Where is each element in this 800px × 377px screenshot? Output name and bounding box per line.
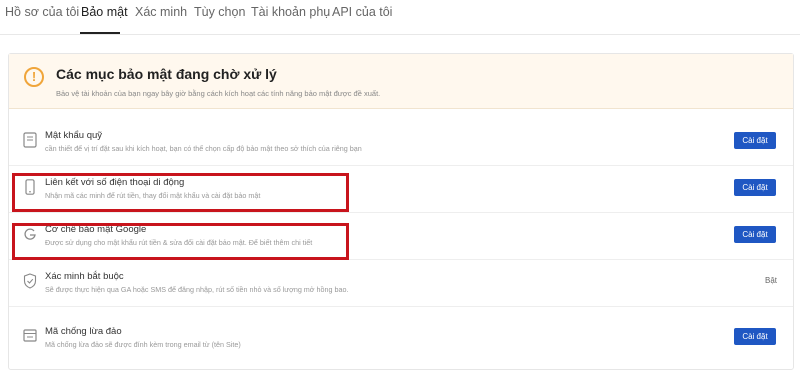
tab-profile[interactable]: Hồ sơ của tôi	[5, 5, 79, 19]
google-icon	[24, 228, 36, 240]
anti-phishing-setup-button[interactable]: Cài đặt	[734, 328, 776, 345]
security-item-google-authenticator: Cơ chế bảo mật Google Được sử dụng cho m…	[9, 212, 793, 260]
item-title: Xác minh bắt buộc	[45, 271, 124, 282]
tab-verification[interactable]: Xác minh	[135, 5, 187, 19]
fund-password-setup-button[interactable]: Cài đặt	[734, 132, 776, 149]
phone-setup-button[interactable]: Cài đặt	[734, 179, 776, 196]
item-description: Mã chống lừa đảo sẽ được đính kèm trong …	[45, 340, 241, 349]
item-description: cần thiết để vị trí đặt sau khi kích hoạ…	[45, 144, 362, 153]
security-item-mandatory-verification: Xác minh bắt buộc Sẽ được thực hiện qua …	[9, 259, 793, 307]
security-card: ! Các mục bảo mật đang chờ xử lý Bảo vệ …	[8, 53, 794, 370]
pending-description: Bảo vệ tài khoản của bạn ngay bây giờ bằ…	[56, 89, 381, 98]
item-title: Liên kết với số điện thoại di động	[45, 177, 185, 188]
active-tab-indicator	[80, 32, 120, 34]
item-title: Mã chống lừa đảo	[45, 326, 122, 337]
item-description: Nhận mã các minh để rút tiền, thay đổi m…	[45, 191, 261, 200]
settings-tabs: Hồ sơ của tôi Bảo mật Xác minh Tùy chọn …	[0, 0, 800, 35]
pending-title: Các mục bảo mật đang chờ xử lý	[56, 66, 277, 82]
tab-sub-account[interactable]: Tài khoản phụ	[251, 5, 330, 19]
anti-phishing-icon	[23, 329, 37, 342]
item-title: Cơ chế bảo mật Google	[45, 224, 147, 235]
security-item-phone: Liên kết với số điện thoại di động Nhận …	[9, 165, 793, 213]
status-on-label: Bật	[765, 276, 778, 285]
item-description: Được sử dụng cho mật khẩu rút tiền & sửa…	[45, 238, 313, 247]
tab-security[interactable]: Bảo mật	[81, 5, 128, 19]
item-title: Mật khẩu quỹ	[45, 130, 103, 141]
shield-icon	[23, 273, 37, 289]
pending-security-banner: ! Các mục bảo mật đang chờ xử lý Bảo vệ …	[9, 54, 793, 109]
key-icon	[23, 132, 37, 148]
tab-preferences[interactable]: Tùy chọn	[194, 5, 245, 19]
tab-my-api[interactable]: API của tôi	[332, 5, 392, 19]
security-item-fund-password: Mật khẩu quỹ cần thiết để vị trí đặt sau…	[9, 118, 793, 166]
security-item-anti-phishing: Mã chống lừa đảo Mã chống lừa đảo sẽ đượ…	[9, 314, 793, 361]
phone-icon	[25, 179, 35, 195]
google-setup-button[interactable]: Cài đặt	[734, 226, 776, 243]
item-description: Sẽ được thực hiện qua GA hoặc SMS để đăn…	[45, 285, 349, 294]
warning-icon: !	[24, 67, 44, 87]
